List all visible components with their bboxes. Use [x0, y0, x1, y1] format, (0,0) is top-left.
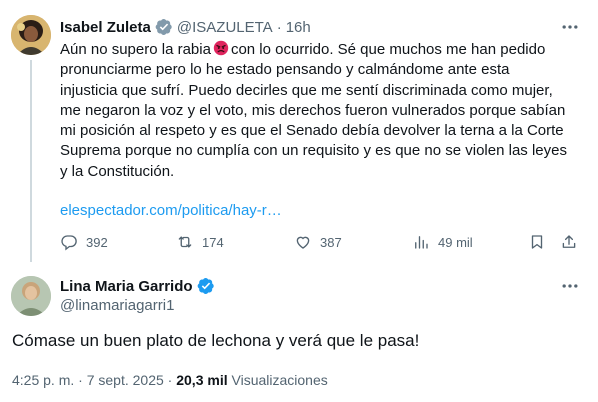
angry-face-emoji-icon [213, 40, 229, 56]
like-button[interactable]: 387 [294, 232, 342, 252]
share-button[interactable] [560, 232, 578, 252]
tweet-text-line: Aún no supero la rabia con lo ocurrido. S… [60, 40, 546, 58]
reply-date[interactable]: 7 sept. 2025 [87, 372, 164, 388]
more-options-icon[interactable] [560, 17, 580, 37]
views-count: 49 mil [438, 234, 473, 250]
retweet-icon [178, 236, 192, 248]
reply-meta: 4:25 p. m. · 7 sept. 2025 · 20,3 mil Vis… [12, 370, 328, 390]
author-handle[interactable]: @ISAZULETA [177, 19, 273, 36]
heart-icon [296, 236, 310, 249]
verified-badge-icon [197, 277, 214, 295]
reply-button[interactable]: 392 [60, 232, 108, 252]
author-name[interactable]: Isabel Zuleta [60, 19, 151, 36]
reply-icon [61, 235, 77, 251]
tweet-text-line: pronunciarme pero lo he estado pensando … [60, 61, 510, 79]
avatar-image [11, 15, 51, 55]
separator-dot: · [78, 372, 83, 388]
parent-tweet[interactable]: Isabel Zuleta @ISAZULETA · 16h Aún no su… [0, 0, 598, 262]
share-icon [562, 235, 576, 248]
avatar-image [11, 276, 51, 316]
bookmark-icon [531, 235, 543, 249]
analytics-icon [415, 236, 428, 249]
thread-connector-line [30, 60, 32, 262]
avatar[interactable] [11, 15, 51, 55]
tweet-actions: 392 174 387 49 mil [60, 232, 588, 252]
tweet-time[interactable]: 16h [286, 19, 311, 36]
reply-author: Lina Maria Garrido [60, 276, 215, 296]
reply-count: 392 [86, 234, 108, 250]
reply-text: Cómase un buen plato de lechona y verá q… [12, 331, 420, 350]
reply-author-handle[interactable]: @linamariagarri1 [60, 296, 174, 316]
bookmark-button[interactable] [528, 232, 546, 252]
tweet-text-line: y la Constitución. [60, 162, 175, 180]
reply-views-count: 20,3 mil [176, 372, 228, 388]
retweet-button[interactable]: 174 [176, 232, 224, 252]
retweet-count: 174 [202, 234, 224, 250]
separator-dot: · [167, 372, 173, 388]
reply-time[interactable]: 4:25 p. m. [12, 372, 74, 388]
verified-badge-icon [155, 18, 172, 36]
separator-dot: · [276, 18, 282, 36]
tweet-header: Isabel Zuleta @ISAZULETA · 16h [60, 17, 311, 37]
reply-avatar[interactable] [11, 276, 51, 316]
tweet-text-line: mi posición al respeto y es que el Senad… [60, 122, 564, 140]
tweet-text-line: Suprema porque no cumplía con un requisi… [60, 142, 567, 160]
tweet-text: Aún no supero la rabia con lo ocurrido. S… [60, 40, 588, 182]
like-count: 387 [320, 234, 342, 250]
tweet-text-line: injusticia que sufrí. Puedo decirles que… [60, 81, 553, 99]
more-options-icon[interactable] [560, 276, 580, 296]
reply-author-name[interactable]: Lina Maria Garrido [60, 278, 193, 295]
views-button[interactable]: 49 mil [412, 232, 473, 252]
reply-views-label: Visualizaciones [231, 372, 328, 388]
article-link[interactable]: elespectador.com/politica/hay-r… [60, 201, 282, 221]
tweet-text-line: me negaron la voz y el voto, mis derecho… [60, 101, 566, 119]
